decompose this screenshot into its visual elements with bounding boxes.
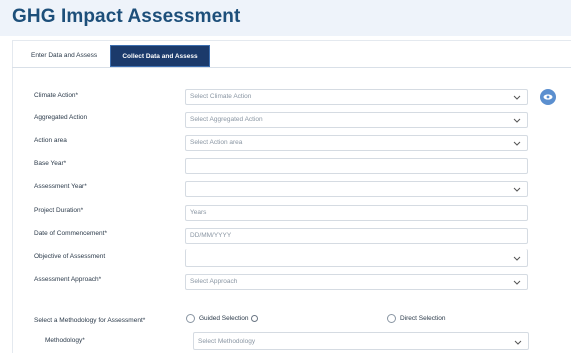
aggregated-action-select[interactable]: Select Aggregated Action [185,112,528,128]
aggregated-action-label: Aggregated Action [34,114,88,121]
climate-action-select[interactable]: Select Climate Action [185,89,528,105]
direct-selection-label: Direct Selection [400,315,446,322]
chevron-down-icon [513,183,521,192]
climate-action-placeholder: Select Climate Action [190,93,252,100]
assessment-year-select[interactable] [185,181,528,197]
methodology-placeholder: Select Methodology [198,338,256,345]
tab-divider [12,67,571,68]
eye-icon[interactable] [540,89,556,105]
climate-action-label: Climate Action* [34,92,79,99]
project-duration-label: Project Duration* [34,207,84,214]
direct-selection-option[interactable]: Direct Selection [387,314,446,323]
chevron-down-icon [514,336,522,345]
objective-select[interactable] [185,249,528,267]
assessment-year-label: Assessment Year* [34,183,87,190]
assessment-approach-placeholder: Select Approach [190,278,238,285]
base-year-input[interactable] [185,158,528,174]
date-of-commencement-label: Date of Commencement* [34,230,107,237]
guided-selection-option[interactable]: Guided Selection [186,314,258,323]
page-title: GHG Impact Assessment [12,6,241,27]
project-duration-placeholder: Years [190,209,207,216]
assessment-approach-label: Assessment Approach* [34,276,102,283]
action-area-select[interactable]: Select Action area [185,135,528,151]
date-of-commencement-placeholder: DD/MM/YYYY [190,232,232,239]
action-area-placeholder: Select Action area [190,139,243,146]
objective-label: Objective of Assessment [34,253,106,260]
action-area-label: Action area [34,137,67,144]
tab-collect-data[interactable]: Collect Data and Assess [110,45,210,67]
info-icon[interactable] [250,315,258,322]
aggregated-action-placeholder: Select Aggregated Action [190,116,263,123]
direct-selection-radio[interactable] [387,314,396,323]
project-duration-input[interactable]: Years [185,205,528,221]
page-header: GHG Impact Assessment [0,0,571,36]
chevron-down-icon [513,137,521,146]
guided-selection-label: Guided Selection [199,315,249,322]
chevron-down-icon [513,114,521,123]
date-of-commencement-input[interactable]: DD/MM/YYYY [185,228,528,244]
tab-enter-data[interactable]: Enter Data and Assess [25,45,103,67]
assessment-approach-select[interactable]: Select Approach [185,274,528,290]
methodology-label: Methodology* [45,337,85,344]
chevron-down-icon [513,252,521,261]
base-year-label: Base Year* [34,160,67,167]
chevron-down-icon [513,91,521,100]
methodology-select[interactable]: Select Methodology [193,332,529,350]
methodology-selection-label: Select a Methodology for Assessment* [34,317,146,324]
chevron-down-icon [513,276,521,285]
guided-selection-radio[interactable] [186,314,195,323]
